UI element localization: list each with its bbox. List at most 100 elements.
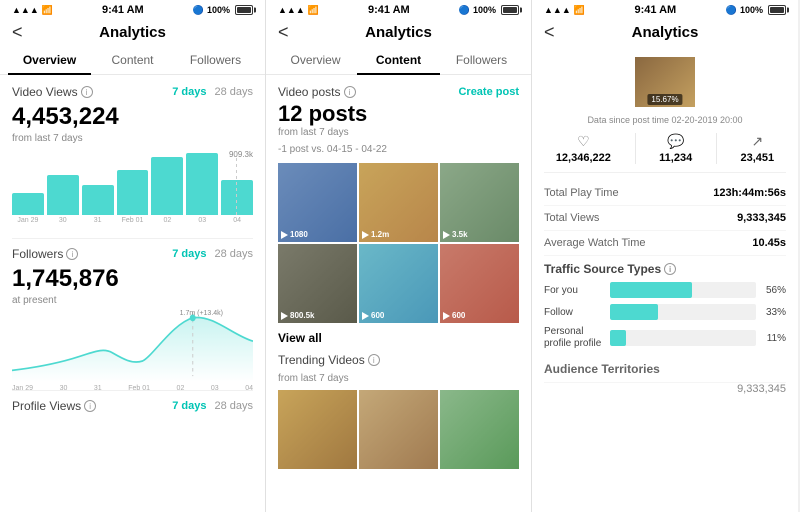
video-views-chart: 909.3k Jan 29 30 31 Feb 01 02 03 04 [12,150,253,230]
trending-info-icon[interactable]: i [368,354,380,366]
video-views-label: Video Views [12,85,78,99]
grid-stat-3: 3.5k [452,230,468,239]
video-posts-info-icon[interactable]: i [344,86,356,98]
grid-overlay-5: 600 [362,311,384,320]
comments-stat: 💬 11,234 [659,133,692,164]
grid-overlay-1: 1080 [281,230,308,239]
play-icon-1 [281,231,288,239]
view-all-button[interactable]: View all [278,331,519,345]
grid-stat-2: 1.2m [371,230,389,239]
grid-item-2[interactable]: 1.2m [359,163,438,242]
nav-bar-1: < Analytics [0,18,265,47]
grid-overlay-4: 800.5k [281,311,314,320]
filter-7days-1[interactable]: 7 days [172,86,206,98]
audience-label: Audience Territories [544,362,660,376]
total-play-time-label: Total Play Time [544,187,619,199]
page-title-3: Analytics [632,24,699,41]
avg-watch-time-label: Average Watch Time [544,237,646,249]
filter-7days-followers[interactable]: 7 days [172,248,206,260]
avg-watch-time-value: 10.45s [752,237,786,249]
grid-item-5[interactable]: 600 [359,244,438,323]
bar-chart-labels: Jan 29 30 31 Feb 01 02 03 04 [12,217,253,224]
time-1: 9:41 AM [102,4,144,16]
traffic-follow: Follow 33% [544,304,786,320]
grid-stat-5: 600 [371,311,384,320]
grid-overlay-2: 1.2m [362,230,389,239]
filter-28days-1[interactable]: 28 days [214,86,253,98]
traffic-info-icon[interactable]: i [664,263,676,275]
traffic-follow-pct: 33% [762,307,786,318]
nav-bar-2: < Analytics [266,18,531,47]
create-post-button[interactable]: Create post [458,86,519,98]
traffic-label-text: Traffic Source Types [544,262,661,276]
grid-item-3[interactable]: 3.5k [440,163,519,242]
trending-item-2[interactable] [359,390,438,469]
back-button-3[interactable]: < [544,22,555,43]
page-title-2: Analytics [365,24,432,41]
traffic-follow-label: Follow [544,307,604,318]
post-image: 15.67% [635,57,695,107]
video-views-value: 4,453,224 [12,103,253,131]
grid-item-4[interactable]: 800.5k [278,244,357,323]
wifi-icon-2: 📶 [308,5,319,16]
bluetooth-icon-3: 🔵 [726,5,737,16]
time-2: 9:41 AM [368,4,410,16]
total-views-label: Total Views [544,212,599,224]
posts-sub: from last 7 days [278,127,519,138]
filter-28days-profile[interactable]: 28 days [214,400,253,412]
tab-overview-1[interactable]: Overview [8,47,91,75]
video-views-info-icon[interactable]: i [81,86,93,98]
grid-item-1[interactable]: 1080 [278,163,357,242]
trending-label: Trending Videos i [278,353,519,367]
play-icon-3 [443,231,450,239]
audience-row: Audience Territories [544,356,786,383]
dashed-line [236,158,237,218]
traffic-personal-bar [610,330,626,346]
percentage-badge: 15.67% [647,94,682,105]
tab-overview-2[interactable]: Overview [274,47,357,75]
tab-content-2[interactable]: Content [357,47,440,75]
avg-watch-time-row: Average Watch Time 10.45s [544,231,786,256]
bar-3 [82,185,114,215]
shares-value: 23,451 [740,152,774,164]
filter-28days-followers[interactable]: 28 days [214,248,253,260]
trending-item-3[interactable] [440,390,519,469]
bar-5 [151,157,183,215]
tab-followers-1[interactable]: Followers [174,47,257,75]
traffic-for-you-bar [610,282,692,298]
traffic-for-you: For you 56% [544,282,786,298]
detail-content: 15.67% Data since post time 02-20-2019 2… [532,47,798,512]
followers-info-icon[interactable]: i [66,248,78,260]
play-icon-5 [362,312,369,320]
stat-divider-1 [635,133,636,164]
post-date: Data since post time 02-20-2019 20:00 [544,115,786,125]
traffic-personal: Personal profile profile 11% [544,326,786,350]
stat-divider-2 [716,133,717,164]
content-panel-content: Video posts i Create post 12 posts from … [266,75,531,512]
bar-6 [186,153,218,215]
filter-7days-profile[interactable]: 7 days [172,400,206,412]
likes-value: 12,346,222 [556,152,611,164]
battery-icon-1 [235,5,253,15]
profile-views-info-icon[interactable]: i [84,400,96,412]
trending-title: Trending Videos [278,353,365,367]
back-button-1[interactable]: < [12,22,23,43]
total-play-time-row: Total Play Time 123h:44m:56s [544,181,786,206]
back-button-2[interactable]: < [278,22,289,43]
traffic-section: Traffic Source Types i For you 56% Follo… [544,262,786,350]
status-bar-2: ▲▲▲ 📶 9:41 AM 🔵 100% [266,0,531,18]
line-peak-label: 1.7m (+13.4k) [180,310,223,317]
battery-icon-3 [768,5,786,15]
tab-followers-2[interactable]: Followers [440,47,523,75]
peak-label: 909.3k [229,150,253,159]
tab-content-1[interactable]: Content [91,47,174,75]
grid-item-6[interactable]: 600 [440,244,519,323]
traffic-personal-pct: 11% [762,333,786,344]
followers-chart: Jan 29 30 31 Feb 01 02 03 04 1.7m (+13.4… [12,312,253,382]
bar-7 [221,180,253,215]
traffic-follow-bar-bg [610,304,756,320]
grid-stat-4: 800.5k [290,311,314,320]
video-posts-header: Video posts i Create post [278,85,519,99]
total-play-time-value: 123h:44m:56s [713,187,786,199]
trending-item-1[interactable] [278,390,357,469]
